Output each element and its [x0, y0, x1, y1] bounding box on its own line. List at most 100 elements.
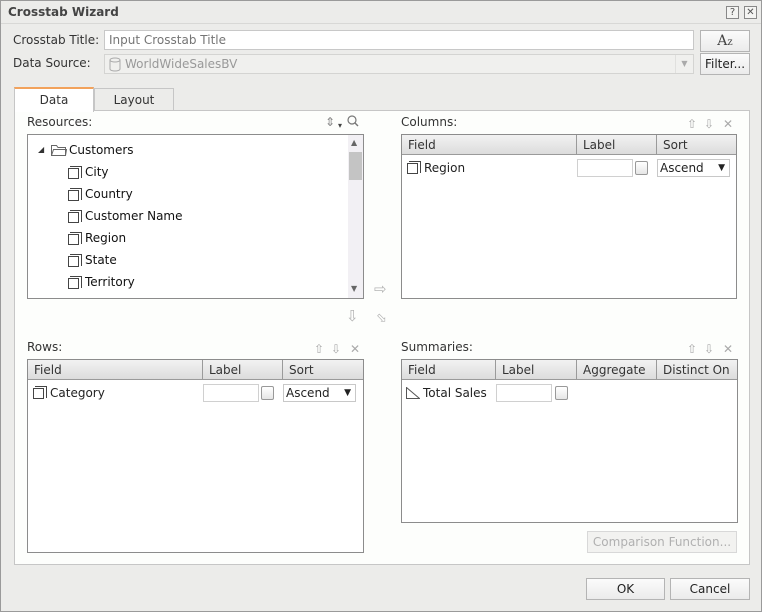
tree-item[interactable]: Territory: [68, 272, 268, 292]
summaries-grid: Field Label Aggregate Distinct On Total …: [401, 359, 738, 523]
tree-item[interactable]: Region: [68, 228, 268, 248]
add-to-rows-icon[interactable]: ⇩: [346, 309, 359, 324]
tree-item-label: Territory: [85, 275, 135, 289]
database-icon: [109, 57, 121, 72]
label-checkbox[interactable]: [261, 386, 274, 400]
data-source-select[interactable]: WorldWideSalesBV ▼: [104, 54, 694, 74]
tab-layout[interactable]: Layout: [94, 88, 174, 112]
tree-item-label: Country: [85, 187, 133, 201]
tab-data[interactable]: Data: [14, 87, 94, 112]
header-aggregate: Aggregate: [577, 360, 657, 380]
label-checkbox[interactable]: [635, 161, 648, 175]
scroll-down-icon[interactable]: ▼: [351, 284, 357, 293]
label-checkbox[interactable]: [555, 386, 568, 400]
field-icon: [33, 386, 47, 399]
cancel-button[interactable]: Cancel: [670, 578, 750, 600]
sort-icon[interactable]: ⇕: [325, 116, 335, 128]
tree-item[interactable]: Country: [68, 184, 268, 204]
label-input[interactable]: [203, 384, 259, 402]
row-field: Region: [424, 161, 466, 175]
tree-item[interactable]: City: [68, 162, 268, 182]
remove-icon[interactable]: ✕: [723, 118, 733, 130]
close-icon[interactable]: ✕: [744, 6, 757, 19]
tree-folder-label: Customers: [69, 143, 134, 157]
scroll-thumb[interactable]: [349, 152, 362, 180]
rows-label: Rows:: [27, 340, 63, 354]
header-label: Label: [203, 360, 283, 380]
field-icon: [68, 210, 82, 223]
columns-label: Columns:: [401, 115, 458, 129]
columns-grid: Field Label Sort Region Ascend ▼: [401, 134, 737, 299]
add-to-summaries-icon[interactable]: ⬂: [376, 311, 387, 326]
field-icon: [68, 232, 82, 245]
summaries-label: Summaries:: [401, 340, 473, 354]
dialog-title: Crosstab Wizard: [8, 5, 119, 19]
label-input[interactable]: [577, 159, 633, 177]
title-bar: Crosstab Wizard ? ✕: [1, 1, 761, 24]
move-down-icon[interactable]: ⇩: [704, 343, 714, 355]
header-field: Field: [402, 360, 496, 380]
header-label: Label: [496, 360, 577, 380]
move-up-icon[interactable]: ⇧: [687, 118, 697, 130]
field-icon: [68, 188, 82, 201]
data-source-value: WorldWideSalesBV: [125, 57, 238, 71]
resources-tree[interactable]: ◢ Customers City Country Customer Name R…: [27, 134, 364, 299]
header-sort: Sort: [663, 138, 688, 152]
tree-item-label: Region: [85, 231, 127, 245]
expand-icon[interactable]: ◢: [38, 140, 44, 160]
font-button[interactable]: Az: [700, 30, 750, 52]
tree-item-label: City: [85, 165, 109, 179]
label-input[interactable]: [496, 384, 552, 402]
sort-select[interactable]: Ascend ▼: [283, 384, 356, 402]
filter-button[interactable]: Filter...: [700, 53, 750, 75]
resources-label: Resources:: [27, 115, 93, 129]
header-label: Label: [577, 135, 657, 155]
header-sort: Sort: [289, 363, 314, 377]
crosstab-title-label: Crosstab Title:: [13, 33, 100, 47]
chevron-down-icon: ▼: [718, 163, 725, 173]
field-icon: [68, 166, 82, 179]
grid-header: Field Label Sort: [28, 360, 363, 380]
field-icon: [68, 276, 82, 289]
rows-grid: Field Label Sort Category Ascend ▼: [27, 359, 364, 553]
sort-dropdown-icon[interactable]: ▾: [338, 120, 342, 132]
row-field: Total Sales: [423, 386, 487, 400]
grid-header: Field Label Aggregate Distinct On: [402, 360, 737, 380]
tree-scrollbar[interactable]: ▲ ▼: [348, 135, 363, 298]
tree-item-label: State: [85, 253, 117, 267]
tree-item-label: Customer Name: [85, 209, 183, 223]
font-icon: Az: [717, 33, 733, 49]
row-field: Category: [50, 386, 105, 400]
tree-item-partial: [68, 294, 88, 298]
move-down-icon[interactable]: ⇩: [331, 343, 341, 355]
sort-select[interactable]: Ascend ▼: [657, 159, 730, 177]
move-up-icon[interactable]: ⇧: [687, 343, 697, 355]
ok-button[interactable]: OK: [586, 578, 665, 600]
header-field: Field: [28, 360, 203, 380]
sort-value: Ascend: [286, 386, 330, 400]
tree-item[interactable]: Customer Name: [68, 206, 268, 226]
grid-header: Field Label Sort: [402, 135, 736, 155]
scroll-up-icon[interactable]: ▲: [351, 138, 357, 147]
measure-icon: [406, 387, 420, 399]
folder-icon: [51, 145, 67, 156]
data-source-label: Data Source:: [13, 56, 91, 70]
sort-value: Ascend: [660, 161, 704, 175]
chevron-down-icon: ▼: [344, 388, 351, 398]
search-icon[interactable]: [347, 115, 359, 127]
comparison-function-button[interactable]: Comparison Function...: [587, 531, 737, 553]
crosstab-title-input[interactable]: [104, 30, 694, 50]
header-distinct-on: Distinct On: [663, 363, 730, 377]
field-icon: [407, 161, 421, 174]
remove-icon[interactable]: ✕: [350, 343, 360, 355]
tree-item[interactable]: State: [68, 250, 268, 270]
chevron-down-icon[interactable]: ▼: [675, 55, 693, 73]
crosstab-wizard-dialog: Crosstab Wizard ? ✕ Crosstab Title: Az D…: [0, 0, 762, 612]
move-down-icon[interactable]: ⇩: [704, 118, 714, 130]
move-up-icon[interactable]: ⇧: [314, 343, 324, 355]
remove-icon[interactable]: ✕: [723, 343, 733, 355]
help-icon[interactable]: ?: [726, 6, 739, 19]
header-field: Field: [402, 135, 577, 155]
add-to-columns-icon[interactable]: ⇨: [374, 282, 387, 297]
field-icon: [68, 254, 82, 267]
